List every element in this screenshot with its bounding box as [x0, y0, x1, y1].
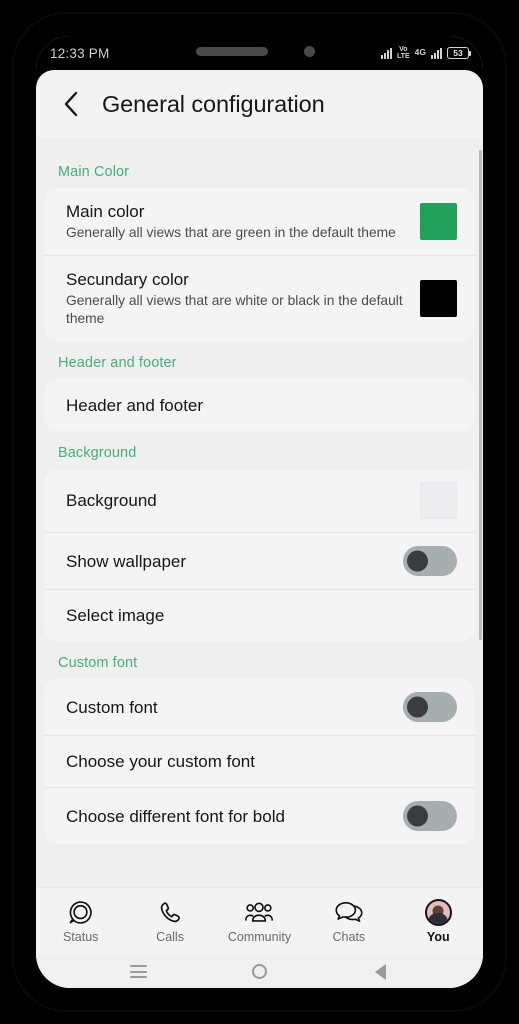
settings-card: Main color Generally all views that are g… — [44, 188, 475, 341]
row-subtitle: Generally all views that are green in th… — [66, 225, 396, 240]
toggle-knob — [407, 805, 428, 827]
back-triangle-icon — [375, 963, 386, 980]
home-button[interactable] — [240, 960, 280, 984]
phone-screen: 12:33 PM Vo LTE 4G 53 General configurat… — [36, 36, 483, 988]
toggle-switch[interactable] — [403, 801, 457, 831]
section-title: Header and footer — [58, 355, 177, 371]
settings-row[interactable]: Show wallpaper — [44, 532, 475, 589]
app-header: General configuration — [36, 70, 483, 138]
phone-icon — [157, 899, 183, 926]
row-title: Main color — [66, 202, 145, 221]
earpiece-speaker — [195, 47, 268, 56]
settings-row[interactable]: Background — [44, 469, 475, 532]
tab-label: Status — [62, 930, 99, 944]
section-title: Custom font — [58, 655, 138, 671]
status-indicators: Vo LTE 4G 53 — [380, 46, 471, 61]
row-text: Background — [66, 490, 410, 511]
scrollbar-thumb[interactable] — [478, 150, 482, 640]
settings-row[interactable]: Header and footer — [44, 379, 475, 431]
signal-bars-icon-2 — [431, 47, 442, 59]
tab-label: Calls — [156, 930, 184, 944]
row-title: Choose different font for bold — [66, 806, 285, 826]
back-button-system[interactable] — [361, 960, 401, 984]
tab-calls[interactable]: Calls — [131, 899, 209, 944]
settings-row[interactable]: Main color Generally all views that are g… — [44, 188, 475, 255]
color-swatch[interactable] — [420, 482, 457, 519]
battery-icon: 53 — [447, 47, 471, 59]
system-navigation-bar — [36, 955, 483, 988]
volte-top-label: Vo — [399, 45, 408, 53]
tab-label: Chats — [332, 930, 366, 944]
toggle-switch[interactable] — [403, 692, 457, 722]
row-text: Select image — [66, 605, 457, 626]
settings-row[interactable]: Choose different font for bold — [44, 787, 475, 844]
home-circle-icon — [252, 964, 267, 979]
settings-card: Custom font Choose your custom font Choose… — [44, 679, 475, 844]
row-title: Select image — [66, 606, 165, 625]
back-button[interactable] — [54, 87, 88, 121]
row-text: Header and footer — [66, 395, 457, 416]
row-subtitle: Generally all views that are white or bl… — [66, 293, 403, 326]
phone-frame: 12:33 PM Vo LTE 4G 53 General configurat… — [14, 14, 505, 1010]
row-text: Main color Generally all views that are g… — [66, 201, 410, 242]
status-ring-icon — [67, 899, 94, 926]
tab-label: Community — [227, 930, 292, 944]
row-text: Choose your custom font — [66, 751, 457, 772]
community-people-icon — [244, 899, 274, 926]
row-title: Custom font — [66, 697, 158, 717]
settings-card: Background Show wallpaper Select image — [44, 469, 475, 641]
settings-scroll-area[interactable]: Main Color Main color Generally all views … — [36, 138, 483, 887]
page-title: General configuration — [102, 90, 325, 117]
row-text: Secundary color Generally all views that … — [66, 269, 410, 328]
bottom-navigation-bar: Status Calls Community Chats You — [36, 887, 483, 955]
avatar-icon — [424, 899, 452, 926]
row-text: Custom font — [66, 697, 393, 718]
color-swatch[interactable] — [420, 280, 457, 317]
row-title: Show wallpaper — [66, 551, 187, 571]
toggle-knob — [407, 696, 428, 718]
front-camera — [303, 46, 315, 57]
row-title: Background — [66, 491, 157, 510]
color-swatch[interactable] — [420, 203, 457, 240]
row-title: Choose your custom font — [66, 752, 255, 771]
tab-you[interactable]: You — [399, 899, 477, 944]
settings-card: Header and footer — [44, 379, 475, 431]
avatar — [424, 899, 452, 926]
volte-icon: Vo LTE — [397, 46, 410, 61]
section-title: Background — [58, 445, 137, 461]
4g-icon: 4G — [414, 46, 426, 57]
recents-button[interactable] — [119, 960, 159, 984]
row-text: Show wallpaper — [66, 551, 393, 572]
row-title: Header and footer — [66, 395, 204, 415]
settings-row[interactable]: Custom font — [44, 679, 475, 735]
settings-row[interactable]: Secundary color Generally all views that … — [44, 255, 475, 341]
settings-list: Main Color Main color Generally all views … — [36, 150, 483, 844]
chevron-left-icon — [64, 91, 78, 117]
toggle-knob — [407, 550, 428, 572]
section-title: Main Color — [58, 164, 130, 180]
status-clock: 12:33 PM — [50, 45, 110, 61]
tab-community[interactable]: Community — [220, 899, 298, 944]
tab-status[interactable]: Status — [42, 899, 120, 944]
settings-row[interactable]: Choose your custom font — [44, 735, 475, 787]
status-bar: 12:33 PM Vo LTE 4G 53 — [36, 36, 483, 70]
row-title: Secundary color — [66, 270, 189, 289]
volte-bottom-label: LTE — [396, 53, 410, 60]
toggle-switch[interactable] — [403, 546, 457, 576]
chat-bubbles-icon — [334, 899, 364, 926]
signal-bars-icon — [380, 47, 392, 59]
tab-label: You — [426, 930, 450, 944]
tab-chats[interactable]: Chats — [310, 899, 388, 944]
recents-hamburger-icon — [130, 965, 147, 978]
row-text: Choose different font for bold — [66, 806, 393, 827]
settings-row[interactable]: Select image — [44, 589, 475, 641]
